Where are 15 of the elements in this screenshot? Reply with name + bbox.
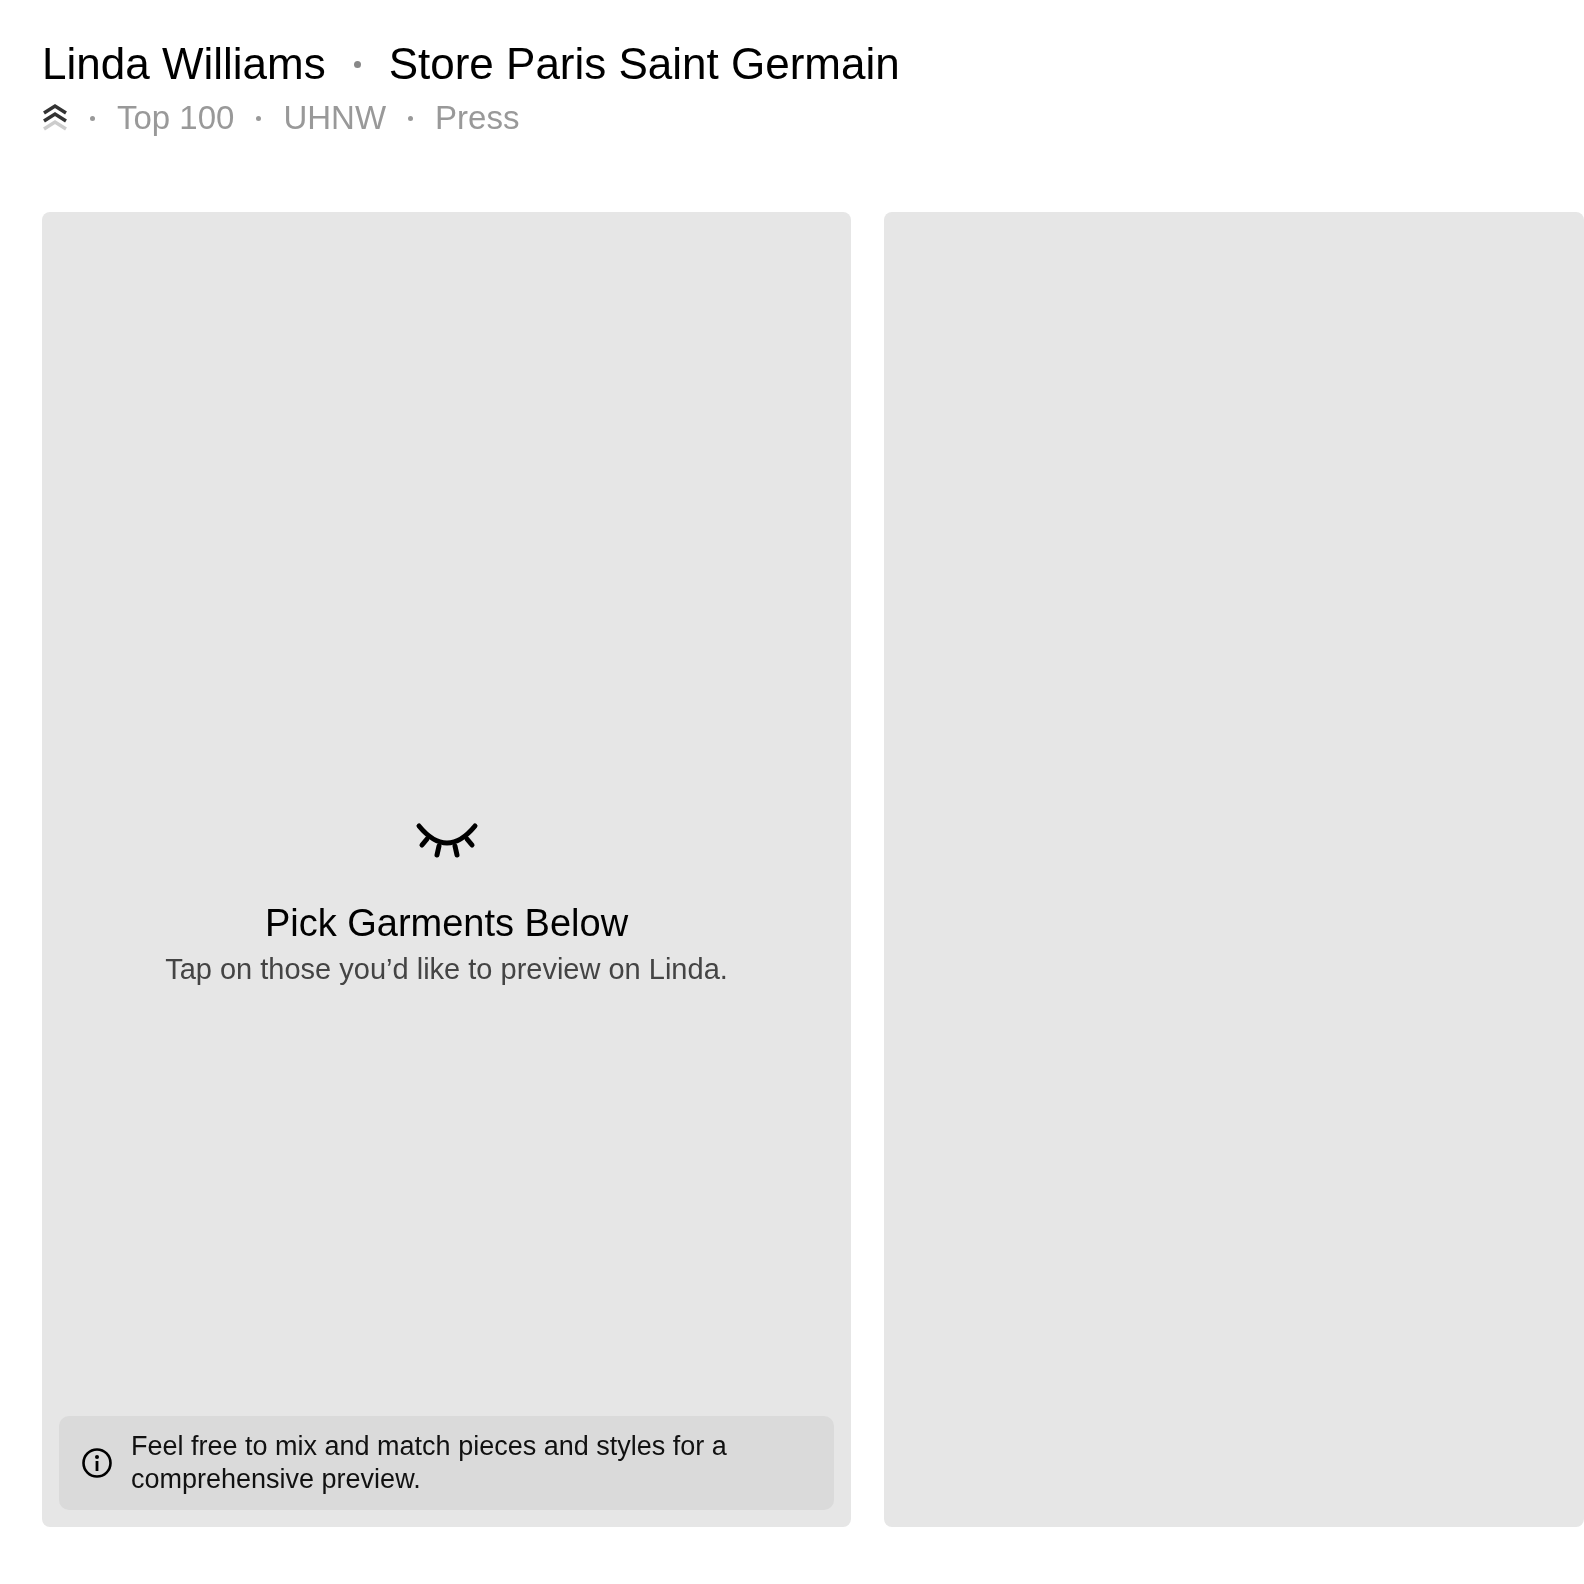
client-tag: Press — [435, 96, 520, 140]
separator-dot — [353, 60, 361, 68]
separator-dot — [408, 115, 414, 121]
client-tag: Top 100 — [117, 96, 235, 140]
separator-dot — [90, 115, 95, 121]
separator-dot — [256, 115, 262, 121]
info-icon — [81, 1447, 113, 1479]
tip-text: Feel free to mix and match pieces and styles for a comprehensive preview. — [131, 1430, 728, 1496]
client-tag: UHNW — [283, 96, 387, 140]
tier-chevrons-icon — [42, 103, 68, 133]
closed-eye-icon — [414, 822, 479, 860]
empty-state-subtitle: Tap on those you’d like to preview on Linda. — [165, 953, 728, 986]
empty-state-title: Pick Garments Below — [264, 902, 629, 945]
client-name: Linda Williams — [42, 38, 326, 90]
store-name: Store Paris Saint Germain — [388, 38, 900, 90]
